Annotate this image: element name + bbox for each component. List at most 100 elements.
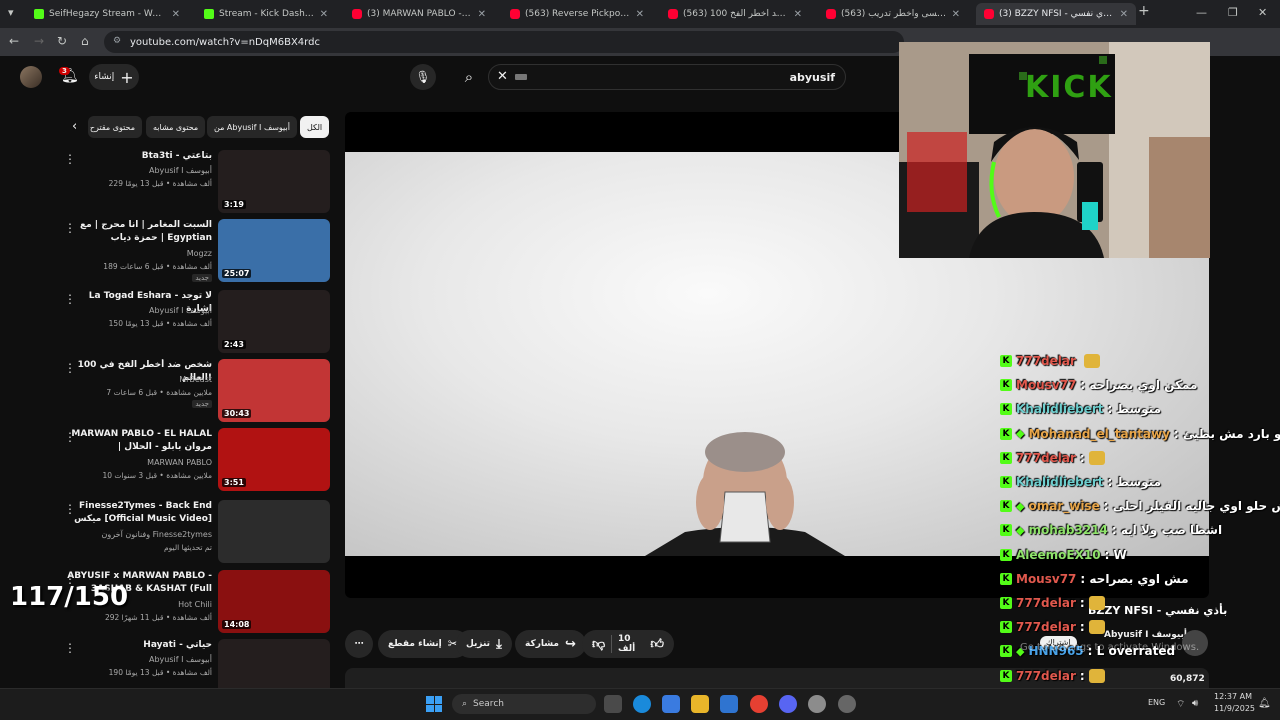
video-duration: 3:19 — [222, 200, 246, 209]
clock-date[interactable]: 11/9/2025 — [1214, 704, 1255, 713]
settings-icon[interactable] — [808, 695, 826, 713]
browser-tab[interactable]: (3) MARWAN PABLO - 101 (Bon ✕ — [344, 3, 494, 25]
chat-emote-icon — [1083, 354, 1100, 368]
task-view-icon[interactable] — [604, 695, 622, 713]
share-button[interactable]: مشاركة ↪ — [515, 630, 586, 658]
language-indicator[interactable]: ENG — [1148, 698, 1165, 707]
video-title[interactable]: Hayati - حياتي — [66, 639, 212, 652]
minimize-icon[interactable]: — — [1196, 6, 1207, 19]
recommendation-item[interactable]: 3:19 ⋮ Bta3ti - بتاعتي Abyusif I أبيوسف 229 … — [60, 150, 330, 214]
chips-prev-arrow[interactable]: ‹ — [72, 119, 77, 134]
close-window-icon[interactable]: ✕ — [1258, 6, 1267, 19]
browser-tab[interactable]: (3) BZZY NFSI - بأذي نفسي - You ✕ — [976, 3, 1136, 25]
reload-icon[interactable]: ↻ — [57, 34, 67, 48]
voice-search-button[interactable]: 🎙︎ — [410, 64, 436, 90]
channel-name[interactable]: وفنانون آخرون Finesse2tymes — [66, 530, 212, 539]
like-count[interactable]: 10 ألف — [618, 634, 644, 654]
chip-similar[interactable]: محتوى مشابه — [146, 116, 206, 138]
address-bar[interactable]: ⚙ youtube.com/watch?v=nDqM6BX4rdc — [104, 31, 904, 53]
activate-windows-watermark: Go to Settings to activate Windows. — [1020, 642, 1200, 653]
browser-tab[interactable]: (563) جربت أقسى وأخطر تدريب ✕ — [818, 3, 968, 25]
wifi-icon[interactable]: ⌔ — [1176, 698, 1185, 711]
recommendation-item[interactable]: ⋮ Finesse2Tymes - Back End ميكس [Official… — [60, 500, 330, 564]
obs-icon[interactable] — [838, 695, 856, 713]
like-divider — [611, 635, 612, 653]
recommendation-item[interactable]: 25:07 ⋮ السبت المغامر | انا محرج | مع حمزة… — [60, 219, 330, 283]
close-tab-icon[interactable]: ✕ — [320, 9, 328, 20]
dislike-icon[interactable]: 👎︎ — [592, 637, 605, 652]
windows-start-icon[interactable] — [426, 696, 442, 712]
channel-name[interactable]: Abyusif I أبيوسف — [66, 166, 212, 175]
browser-tab[interactable]: Stream - Kick Dashboard ✕ — [196, 3, 336, 25]
video-meta: 229 ألف مشاهدة • قبل 13 يومًا — [108, 179, 212, 188]
channel-name[interactable]: MrBeast — [66, 375, 212, 384]
chat-username: Mohanad_el_tantawy — [1028, 426, 1170, 441]
like-icon[interactable]: 👍︎ — [650, 637, 664, 652]
close-tab-icon[interactable]: ✕ — [478, 9, 486, 20]
chat-text: : متوسط — [1107, 402, 1162, 417]
download-button[interactable]: تنزيل ⤓ — [456, 630, 512, 658]
video-title[interactable]: Bta3ti - بتاعتي — [66, 150, 212, 163]
video-thumbnail[interactable] — [218, 500, 330, 563]
close-tab-icon[interactable]: ✕ — [1120, 9, 1128, 20]
chip-from-channel[interactable]: من Abyusif I أبيوسف — [207, 116, 297, 138]
clear-search-icon[interactable]: ✕ — [497, 69, 508, 84]
download-icon: ⤓ — [496, 636, 502, 652]
tab-title: (563) 100 شخص ضد أخطر الفخ — [683, 9, 789, 19]
video-title[interactable]: Finesse2Tymes - Back End ميكس [Official … — [66, 500, 212, 526]
file-explorer-icon[interactable] — [691, 695, 709, 713]
channel-name[interactable]: MARWAN PABLO — [66, 458, 212, 467]
tab-search-icon[interactable]: ▾ — [8, 6, 14, 19]
kick-badge-icon: K — [1000, 597, 1012, 609]
back-icon[interactable]: ← — [9, 34, 19, 48]
chat-emote-icon — [1088, 668, 1105, 683]
close-tab-icon[interactable]: ✕ — [952, 9, 960, 20]
clock-time[interactable]: 12:37 AM — [1214, 692, 1252, 701]
recommendation-item[interactable]: 2:43 ⋮ La Togad Eshara - لا توجد اشارة Abyu… — [60, 290, 330, 354]
forward-icon[interactable]: → — [34, 34, 44, 48]
notification-center-icon[interactable]: 🔔︎ — [1258, 698, 1271, 709]
chat-text: : W — [1104, 547, 1127, 562]
close-tab-icon[interactable]: ✕ — [172, 9, 180, 20]
create-button[interactable]: إنشاء + — [89, 64, 139, 90]
channel-name[interactable]: Abyusif I أبيوسف — [66, 306, 212, 315]
chip-recommended[interactable]: محتوى مقترح — [88, 116, 142, 138]
chat-username: 777delar — [1016, 354, 1076, 368]
store-icon[interactable] — [662, 695, 680, 713]
chip-all[interactable]: الكل — [300, 116, 330, 138]
close-tab-icon[interactable]: ✕ — [794, 9, 802, 20]
search-button[interactable]: ⌕ — [456, 64, 482, 90]
video-thumbnail[interactable]: 25:07 — [218, 219, 330, 282]
browser-tab[interactable]: (563) 100 شخص ضد أخطر الفخ ✕ — [660, 3, 810, 25]
search-value: abyusif — [789, 70, 835, 84]
keyboard-icon[interactable] — [515, 74, 527, 80]
video-title[interactable]: السبت المغامر | انا محرج | مع حمزة دياب … — [66, 219, 212, 245]
video-thumbnail[interactable]: 3:51 — [218, 428, 330, 491]
video-thumbnail[interactable]: 30:43 — [218, 359, 330, 422]
more-actions-button[interactable]: ⋯ — [345, 630, 373, 658]
video-title[interactable]: MARWAN PABLO - EL HALAL | مروان بابلو - … — [66, 428, 212, 454]
channel-name[interactable]: Mogzz — [66, 249, 212, 258]
video-thumbnail[interactable]: 14:08 — [218, 570, 330, 633]
edge-icon[interactable] — [633, 695, 651, 713]
recommendation-item[interactable]: 3:51 ⋮ MARWAN PABLO - EL HALAL | مروان باب… — [60, 428, 330, 492]
channel-name[interactable]: Abyusif I أبيوسف — [66, 655, 212, 664]
chat-message: K 777delar: — [1000, 616, 1105, 638]
taskbar-search-input[interactable]: ⌕ Search — [452, 694, 596, 714]
close-tab-icon[interactable]: ✕ — [636, 9, 644, 20]
discord-icon[interactable] — [779, 695, 797, 713]
volume-icon[interactable]: 🔊︎ — [1192, 698, 1198, 709]
search-input[interactable]: ✕ abyusif — [488, 64, 846, 90]
mail-icon[interactable] — [720, 695, 738, 713]
chrome-icon[interactable] — [750, 695, 768, 713]
browser-tab[interactable]: SeifHegazy Stream - Watch Live ✕ — [26, 3, 188, 25]
recommendation-item[interactable]: 30:43 ⋮ 100 شخص ضد أخطر الفخ في العالم! MrB… — [60, 359, 330, 423]
browser-tab[interactable]: (563) Reverse Pickpocketing In ✕ — [502, 3, 652, 25]
new-tab-button[interactable]: + — [1138, 3, 1150, 19]
avatar[interactable] — [20, 66, 42, 88]
video-thumbnail[interactable]: 3:19 — [218, 150, 330, 213]
restore-icon[interactable]: ❐ — [1228, 6, 1238, 19]
site-info-icon[interactable]: ⚙ — [113, 36, 121, 46]
video-thumbnail[interactable]: 2:43 — [218, 290, 330, 353]
home-icon[interactable]: ⌂ — [81, 34, 89, 48]
